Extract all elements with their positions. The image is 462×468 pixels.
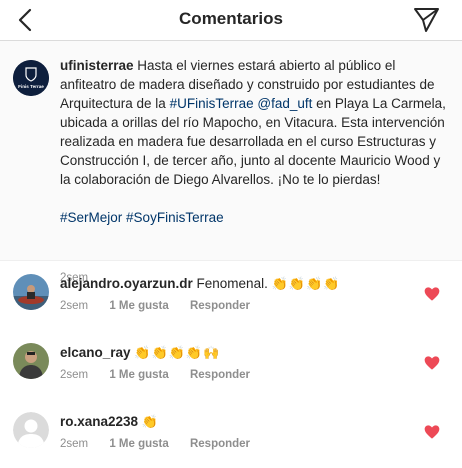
comment-item: ro.xana2238 👏 2sem 1 Me gusta Responder (0, 400, 462, 468)
comment-timestamp: 2sem (60, 369, 89, 381)
comment-text: ro.xana2238 👏 (60, 412, 159, 432)
avatar-logo-text: Finis Terrae (18, 84, 44, 89)
caption-hashtag[interactable]: #SerMejor (60, 210, 122, 225)
comment-timestamp: 2sem (60, 438, 89, 450)
comment-timestamp: 2sem (60, 300, 89, 312)
page-title: Comentarios (179, 9, 283, 28)
reply-button[interactable]: Responder (190, 369, 250, 381)
comment-likes[interactable]: 1 Me gusta (109, 438, 168, 450)
comment-emoji: 👏👏👏👏 (271, 277, 341, 292)
comment-item: elcano_ray 👏👏👏👏🙌 2sem 1 Me gusta Respond… (0, 331, 462, 399)
comment-meta: 2sem 1 Me gusta Responder (60, 300, 268, 312)
comment-likes[interactable]: 1 Me gusta (109, 369, 168, 381)
comment-meta: 2sem 1 Me gusta Responder (60, 369, 268, 381)
caption-text: ufinisterrae Hasta el viernes estará abi… (60, 56, 452, 227)
comment-username[interactable]: alejandro.oyarzun.dr (60, 276, 193, 291)
avatar[interactable]: Finis Terrae (13, 60, 49, 96)
comment-emoji: 👏 (141, 415, 160, 430)
comment-username[interactable]: ro.xana2238 (60, 414, 138, 429)
heart-icon[interactable] (424, 424, 440, 440)
comment-emoji: 👏👏👏👏🙌 (134, 346, 221, 361)
caption-hashtag[interactable]: #UFinisTerrae (170, 96, 254, 111)
comment-likes[interactable]: 1 Me gusta (109, 300, 168, 312)
default-user-icon (13, 412, 49, 448)
comment-item: alejandro.oyarzun.dr Fenomenal. 👏👏👏👏 2se… (0, 262, 462, 330)
top-bar: Comentarios (0, 0, 462, 41)
university-logo-icon: Finis Terrae (13, 60, 49, 96)
avatar[interactable] (13, 343, 49, 379)
comment-text: alejandro.oyarzun.dr Fenomenal. 👏👏👏👏 (60, 274, 340, 294)
avatar[interactable] (13, 274, 49, 310)
comment-username[interactable]: elcano_ray (60, 345, 131, 360)
caption-username[interactable]: ufinisterrae (60, 58, 134, 73)
caption-mention[interactable]: @fad_uft (257, 96, 312, 111)
paper-plane-icon (414, 8, 439, 32)
caption-hashtag[interactable]: #SoyFinisTerrae (126, 210, 224, 225)
user-photo-icon (13, 343, 49, 379)
reply-button[interactable]: Responder (190, 300, 250, 312)
comment-text: elcano_ray 👏👏👏👏🙌 (60, 343, 220, 363)
heart-icon[interactable] (424, 286, 440, 302)
post-caption: Finis Terrae ufinisterrae Hasta el viern… (0, 41, 462, 284)
avatar[interactable] (13, 412, 49, 448)
reply-button[interactable]: Responder (190, 438, 250, 450)
comment-body: Fenomenal. (192, 276, 272, 291)
comment-meta: 2sem 1 Me gusta Responder (60, 438, 268, 450)
share-button[interactable] (412, 6, 440, 34)
user-photo-icon (13, 274, 49, 310)
heart-icon[interactable] (424, 355, 440, 371)
